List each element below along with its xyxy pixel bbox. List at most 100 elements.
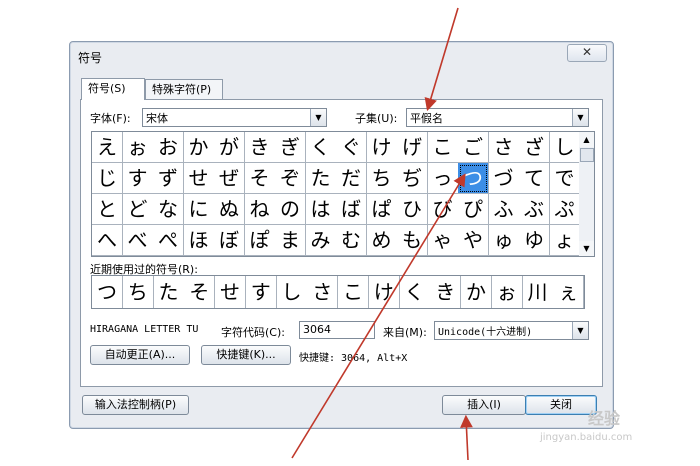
recent-symbol-cell[interactable]: た [153, 276, 185, 308]
symbol-cell[interactable]: で [549, 163, 581, 194]
symbol-cell[interactable]: だ [336, 163, 367, 194]
font-select[interactable]: 宋体 ▼ [142, 108, 327, 127]
symbol-cell[interactable]: ま [275, 225, 306, 256]
scroll-down-icon[interactable]: ▼ [579, 241, 594, 256]
symbol-cell[interactable]: か [183, 132, 215, 163]
recent-symbol-cell[interactable]: つ [92, 276, 123, 308]
symbol-cell[interactable]: え [92, 132, 123, 163]
recent-symbol-cell[interactable]: か [461, 276, 492, 308]
chevron-down-icon[interactable]: ▼ [572, 322, 588, 339]
symbol-cell[interactable]: す [122, 163, 154, 194]
symbol-cell[interactable]: ぢ [397, 163, 428, 194]
symbol-cell[interactable]: ひ [397, 194, 428, 225]
autocorrect-button[interactable]: 自动更正(A)... [90, 345, 190, 365]
tab-symbols[interactable]: 符号(S) [81, 78, 145, 100]
from-select[interactable]: Unicode(十六进制) ▼ [434, 321, 589, 340]
symbol-cell[interactable]: ぷ [549, 194, 581, 225]
chevron-down-icon[interactable]: ▼ [572, 109, 588, 126]
symbol-cell[interactable]: け [366, 132, 398, 163]
tab-special-chars[interactable]: 特殊字符(P) [145, 79, 223, 99]
symbol-cell[interactable]: ゃ [427, 225, 459, 256]
symbol-cell[interactable]: ょ [549, 225, 581, 256]
recent-symbol-cell[interactable]: ぇ [553, 276, 585, 308]
symbol-cell[interactable]: た [305, 163, 337, 194]
grid-scrollbar[interactable]: ▲ ▼ [579, 131, 595, 257]
symbol-cell[interactable]: そ [244, 163, 276, 194]
symbol-cell[interactable]: ぴ [458, 194, 489, 225]
symbol-cell-selected[interactable]: つ [458, 163, 489, 194]
recent-symbol-cell[interactable]: す [245, 276, 277, 308]
symbol-cell[interactable]: ね [244, 194, 276, 225]
symbol-cell[interactable]: ぺ [153, 225, 184, 256]
symbol-cell[interactable]: ず [153, 163, 184, 194]
symbol-cell[interactable]: が [214, 132, 245, 163]
symbol-cell[interactable]: ぬ [214, 194, 245, 225]
shortcut-key-button[interactable]: 快捷键(K)... [201, 345, 291, 365]
symbol-cell[interactable]: も [397, 225, 428, 256]
symbol-cell[interactable]: こ [427, 132, 459, 163]
symbol-cell[interactable]: ぜ [214, 163, 245, 194]
recent-symbol-cell[interactable]: く [399, 276, 431, 308]
ime-control-button[interactable]: 输入法控制柄(P) [82, 395, 189, 415]
symbol-cell[interactable]: ぞ [275, 163, 306, 194]
symbol-cell[interactable]: び [427, 194, 459, 225]
recent-symbol-cell[interactable]: こ [338, 276, 369, 308]
symbol-cell[interactable]: な [153, 194, 184, 225]
symbol-cell[interactable]: お [153, 132, 184, 163]
symbol-cell[interactable]: ぼ [214, 225, 245, 256]
recent-symbol-cell[interactable]: さ [307, 276, 339, 308]
symbol-cell[interactable]: め [366, 225, 398, 256]
symbol-cell[interactable]: て [519, 163, 550, 194]
symbol-cell[interactable]: へ [92, 225, 123, 256]
symbol-cell[interactable]: ぐ [336, 132, 367, 163]
symbol-cell[interactable]: と [92, 194, 123, 225]
symbol-cell[interactable]: ち [366, 163, 398, 194]
symbol-cell[interactable]: し [549, 132, 581, 163]
symbol-cell[interactable]: む [336, 225, 367, 256]
recent-symbol-cell[interactable]: ち [122, 276, 154, 308]
recent-symbol-cell[interactable]: し [276, 276, 308, 308]
symbol-cell[interactable]: さ [488, 132, 520, 163]
symbol-cell[interactable]: ぶ [519, 194, 550, 225]
symbol-cell[interactable]: ふ [488, 194, 520, 225]
symbol-cell[interactable]: ぉ [122, 132, 154, 163]
close-button[interactable]: 关闭 [525, 395, 597, 415]
recent-symbol-cell[interactable]: ぉ [491, 276, 523, 308]
symbol-cell[interactable]: ざ [519, 132, 550, 163]
symbol-cell[interactable]: く [305, 132, 337, 163]
recent-symbol-cell[interactable]: そ [184, 276, 216, 308]
symbol-cell[interactable]: ゅ [488, 225, 520, 256]
symbol-cell[interactable]: み [305, 225, 337, 256]
symbol-cell[interactable]: げ [397, 132, 428, 163]
symbol-cell[interactable]: っ [427, 163, 459, 194]
recent-symbol-cell[interactable]: き [430, 276, 462, 308]
symbol-cell[interactable]: き [244, 132, 276, 163]
symbol-cell[interactable]: せ [183, 163, 215, 194]
insert-button[interactable]: 插入(I) [442, 395, 526, 415]
symbol-cell[interactable]: ほ [183, 225, 215, 256]
char-code-input[interactable]: 3064 [299, 321, 375, 339]
recent-symbol-cell[interactable]: け [368, 276, 400, 308]
scroll-up-icon[interactable]: ▲ [579, 132, 594, 147]
symbol-cell[interactable]: ご [458, 132, 489, 163]
title-bar: 符号 ✕ [70, 42, 613, 68]
symbol-cell[interactable]: ぱ [366, 194, 398, 225]
symbol-cell[interactable]: ば [336, 194, 367, 225]
scroll-thumb[interactable] [580, 148, 594, 162]
symbol-cell[interactable]: ど [122, 194, 154, 225]
symbol-cell[interactable]: づ [488, 163, 520, 194]
recent-symbol-cell[interactable]: せ [215, 276, 246, 308]
symbol-cell[interactable]: の [275, 194, 306, 225]
symbol-cell[interactable]: べ [122, 225, 154, 256]
symbol-cell[interactable]: や [458, 225, 489, 256]
chevron-down-icon[interactable]: ▼ [310, 109, 326, 126]
symbol-cell[interactable]: ぎ [275, 132, 306, 163]
symbol-cell[interactable]: じ [92, 163, 123, 194]
recent-symbol-cell[interactable]: 川 [522, 276, 554, 308]
symbol-cell[interactable]: ぽ [244, 225, 276, 256]
symbol-cell[interactable]: に [183, 194, 215, 225]
close-icon[interactable]: ✕ [567, 44, 607, 62]
subset-select[interactable]: 平假名 ▼ [406, 108, 589, 127]
symbol-cell[interactable]: ゆ [519, 225, 550, 256]
symbol-cell[interactable]: は [305, 194, 337, 225]
